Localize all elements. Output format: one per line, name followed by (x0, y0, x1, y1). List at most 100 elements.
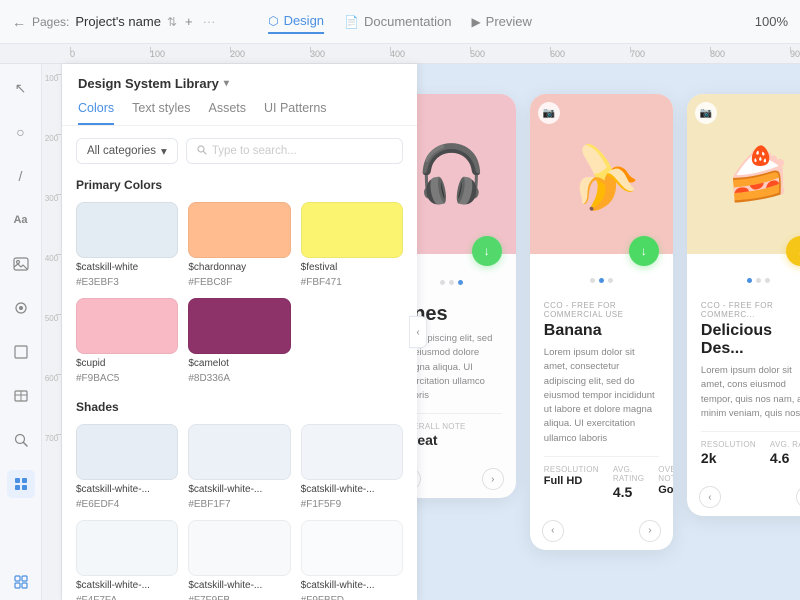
project-name[interactable]: Project's name (75, 14, 161, 29)
download-button-banana[interactable]: ↓ (629, 236, 659, 266)
tab-ui-patterns[interactable]: UI Patterns (264, 101, 327, 125)
sort-icon: ⇅ (167, 15, 177, 29)
card-delicious: 📷 🍰 ↓ CCO - FREE FOR COMMERC... Deliciou… (687, 94, 800, 516)
shade-item-4[interactable]: $catskill-white-... #F7F9FB (188, 520, 290, 600)
color-item-catskill[interactable]: $catskill-white #E3EBF3 (76, 202, 178, 288)
color-item-festival[interactable]: $festival #FBF471 (301, 202, 403, 288)
card-desc: tur adipiscing elit, sed do eiusmod dolo… (417, 332, 502, 403)
text-tool[interactable]: Aa (7, 206, 35, 234)
stat-value: 4.5 (613, 484, 644, 500)
library-tool[interactable] (7, 470, 35, 498)
card-prev-button[interactable]: ‹ (699, 486, 721, 508)
search-filter[interactable]: Type to search... (186, 138, 403, 164)
stat-label: RESOLUTION (701, 440, 756, 449)
shade-hex: #F9FBFD (301, 595, 403, 600)
card-nav: ‹ › (530, 512, 673, 550)
tab-preview[interactable]: ▶ Preview (471, 10, 531, 33)
color-name: $festival (301, 262, 403, 273)
color-hex: #FEBC8F (188, 277, 290, 288)
ruler-mark: 100 (150, 49, 230, 59)
ruler-mark: 0 (70, 49, 150, 59)
search-tool[interactable] (7, 426, 35, 454)
ruler-mark: 300 (310, 49, 390, 59)
shade-hex: #E6EDF4 (76, 499, 178, 510)
panel-header: Design System Library ▾ Colors Text styl… (62, 64, 417, 126)
shade-item-0[interactable]: $catskill-white-... #E6EDF4 (76, 424, 178, 510)
banana-emoji: 🍌 (554, 128, 648, 220)
shade-hex: #EBF1F7 (188, 499, 290, 510)
cursor-tool[interactable]: ↖ (7, 74, 35, 102)
card-stats: RESOLUTION Full HD AVG. RATING 4.5 OVERA… (544, 456, 659, 500)
tab-text-styles[interactable]: Text styles (132, 101, 190, 125)
sidebar-icons: ↖ ○ / Aa (0, 64, 42, 600)
ruler-top: 0 100 200 300 400 500 600 700 800 900 (0, 44, 800, 64)
ruler-marks: 0 100 200 300 400 500 600 700 800 900 (70, 49, 800, 59)
card-title: ones (417, 303, 502, 326)
stat-rating: AVG. RA... 4.6 (770, 440, 800, 466)
card-next-button[interactable]: › (796, 486, 800, 508)
card-next-button[interactable]: › (482, 468, 504, 490)
card-banana: 📷 🍌 ↓ CCO - FREE FOR COMMERCIAL USE Bana… (530, 94, 673, 550)
more-options[interactable]: ··· (203, 14, 216, 29)
color-swatch (76, 202, 178, 258)
design-icon: ⬡ (268, 14, 278, 28)
frame-tool[interactable] (7, 338, 35, 366)
stat-rating: AVG. RATING 4.5 (613, 465, 644, 500)
card-prev-button[interactable]: ‹ (417, 468, 421, 490)
stat-resolution: RESOLUTION 2k (701, 440, 756, 466)
ruler-num-300: 300 (42, 194, 61, 254)
add-page-button[interactable]: + (185, 14, 193, 29)
card-next-button[interactable]: › (639, 520, 661, 542)
ruler-num-600: 600 (42, 374, 61, 434)
color-swatch (188, 298, 290, 354)
stat-value: 4.6 (770, 450, 800, 466)
download-button-headphones[interactable]: ↓ (472, 236, 502, 266)
shade-swatch (301, 520, 403, 576)
card-headphones: 📷 🎧 ↓ ones tur adipiscing elit, sed do e… (417, 94, 516, 498)
ruler-mark: 800 (710, 49, 790, 59)
ruler-mark: 400 (390, 49, 470, 59)
color-name: $chardonnay (188, 262, 290, 273)
shade-item-2[interactable]: $catskill-white-... #F1F5F9 (301, 424, 403, 510)
preview-icon: ▶ (471, 15, 480, 29)
card-nav: ‹ › (417, 460, 516, 498)
cake-emoji: 🍰 (726, 144, 791, 205)
shade-item-3[interactable]: $catskill-white-... #F4F7FA (76, 520, 178, 600)
shape-tool[interactable]: ○ (7, 118, 35, 146)
category-filter[interactable]: All categories ▾ (76, 138, 178, 164)
stat-label: AVG. RA... (770, 440, 800, 449)
component-tool[interactable] (7, 294, 35, 322)
panel-title-arrow[interactable]: ▾ (224, 78, 229, 89)
card-desc: Lorem ipsum dolor sit amet, cons eiusmod… (701, 364, 800, 421)
shade-name: $catskill-white-... (188, 580, 290, 591)
table-tool[interactable] (7, 382, 35, 410)
tab-design[interactable]: ⬡ Design (268, 9, 324, 34)
tab-documentation[interactable]: 📄 Documentation (344, 10, 451, 33)
pen-tool[interactable]: / (7, 162, 35, 190)
color-name: $catskill-white (76, 262, 178, 273)
shade-item-5[interactable]: $catskill-white-... #F9FBFD (301, 520, 403, 600)
topbar: ← Pages: Project's name ⇅ + ··· ⬡ Design… (0, 0, 800, 44)
main-layout: ↖ ○ / Aa 100 200 300 400 500 600 (0, 64, 800, 600)
shade-swatch (188, 424, 290, 480)
color-item-cupid[interactable]: $cupid #F9BAC5 (76, 298, 178, 384)
back-button[interactable]: ← (12, 14, 26, 30)
ruler-mark: 200 (230, 49, 310, 59)
image-tool[interactable] (7, 250, 35, 278)
card-stats: OVERALL NOTE Great (417, 413, 502, 448)
stat-value: Full HD (544, 475, 599, 487)
shade-swatch (76, 424, 178, 480)
panel-collapse-handle[interactable]: ‹ (409, 316, 427, 348)
zoom-level: 100% (755, 14, 788, 29)
shade-item-1[interactable]: $catskill-white-... #EBF1F7 (188, 424, 290, 510)
card-prev-button[interactable]: ‹ (542, 520, 564, 542)
bottom-grid-icon[interactable] (14, 575, 28, 592)
tab-colors[interactable]: Colors (78, 101, 114, 125)
ruler-mark: 600 (550, 49, 630, 59)
color-item-camelot[interactable]: $camelot #8D336A (188, 298, 290, 384)
ruler-mark: 700 (630, 49, 710, 59)
card-badge: CCO - FREE FOR COMMERCIAL USE (544, 301, 659, 319)
panel-title: Design System Library ▾ (78, 76, 401, 91)
color-item-chardonnay[interactable]: $chardonnay #FEBC8F (188, 202, 290, 288)
tab-assets[interactable]: Assets (208, 101, 246, 125)
